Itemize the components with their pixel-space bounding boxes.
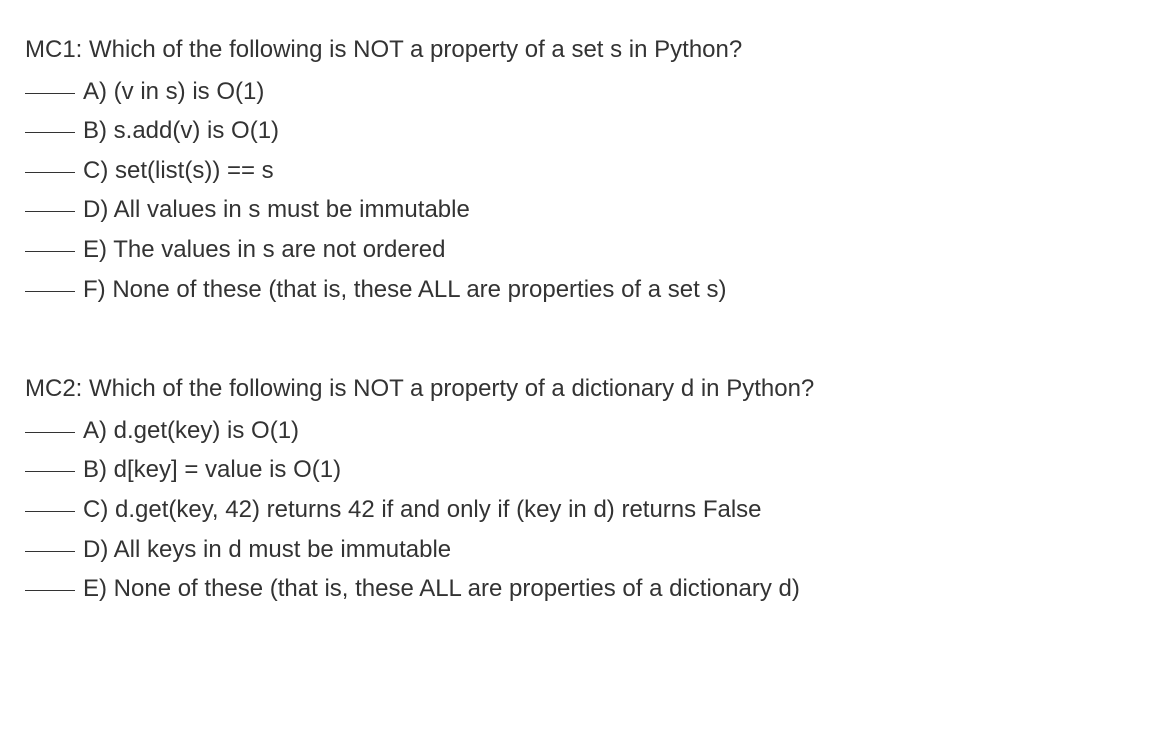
question-mc1: MC1: Which of the following is NOT a pro… [25,30,1127,309]
answer-blank[interactable] [25,551,75,552]
answer-blank[interactable] [25,471,75,472]
option-text: E) None of these (that is, these ALL are… [83,569,1127,609]
option-text: C) d.get(key, 42) returns 42 if and only… [83,490,1127,530]
option-text: D) All keys in d must be immutable [83,530,1127,570]
option-row: C) d.get(key, 42) returns 42 if and only… [25,490,1127,530]
option-row: A) (v in s) is O(1) [25,72,1127,112]
option-text: C) set(list(s)) == s [83,151,1127,191]
option-row: D) All values in s must be immutable [25,190,1127,230]
option-row: E) The values in s are not ordered [25,230,1127,270]
option-row: B) d[key] = value is O(1) [25,450,1127,490]
option-text: D) All values in s must be immutable [83,190,1127,230]
option-text: E) The values in s are not ordered [83,230,1127,270]
answer-blank[interactable] [25,211,75,212]
answer-blank[interactable] [25,291,75,292]
answer-blank[interactable] [25,93,75,94]
answer-blank[interactable] [25,511,75,512]
option-row: C) set(list(s)) == s [25,151,1127,191]
answer-blank[interactable] [25,432,75,433]
answer-blank[interactable] [25,251,75,252]
option-text: F) None of these (that is, these ALL are… [83,270,1127,310]
option-row: F) None of these (that is, these ALL are… [25,270,1127,310]
answer-blank[interactable] [25,590,75,591]
answer-blank[interactable] [25,132,75,133]
option-row: A) d.get(key) is O(1) [25,411,1127,451]
question-prompt: MC2: Which of the following is NOT a pro… [25,369,1127,409]
option-text: B) s.add(v) is O(1) [83,111,1127,151]
question-prompt: MC1: Which of the following is NOT a pro… [25,30,1127,70]
question-mc2: MC2: Which of the following is NOT a pro… [25,369,1127,609]
option-text: A) d.get(key) is O(1) [83,411,1127,451]
option-row: B) s.add(v) is O(1) [25,111,1127,151]
option-row: D) All keys in d must be immutable [25,530,1127,570]
option-text: B) d[key] = value is O(1) [83,450,1127,490]
answer-blank[interactable] [25,172,75,173]
option-row: E) None of these (that is, these ALL are… [25,569,1127,609]
option-text: A) (v in s) is O(1) [83,72,1127,112]
